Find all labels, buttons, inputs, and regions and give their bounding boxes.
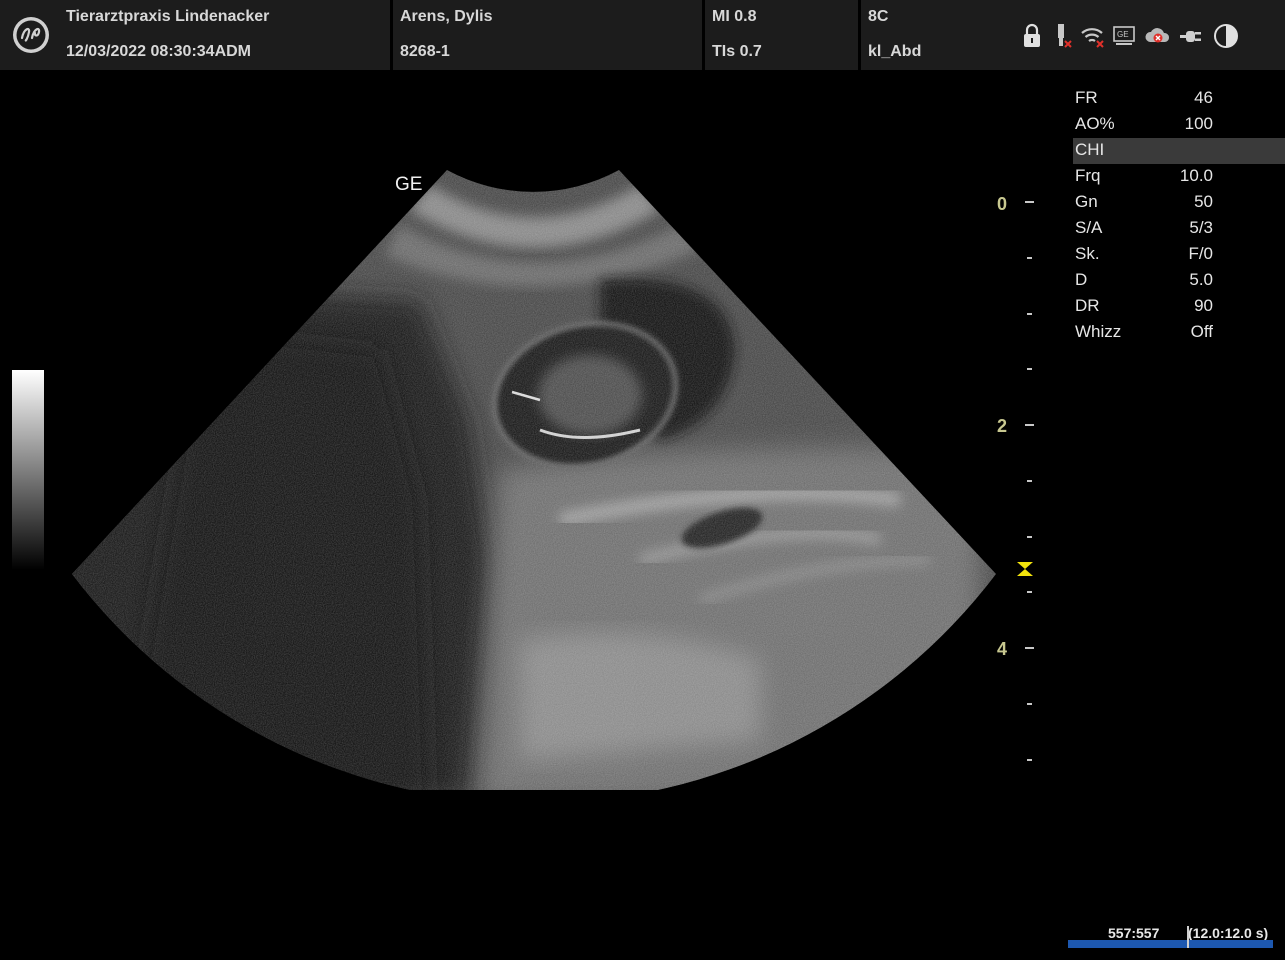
mechanical-index: MI 0.8: [712, 8, 757, 25]
depth-label-4: 4: [997, 639, 1008, 659]
contrast-icon[interactable]: [1212, 22, 1240, 50]
param-row-sa: S/A 5/3: [1075, 218, 1213, 237]
param-row-d: D 5.0: [1075, 270, 1213, 289]
depth-label-0: 0: [997, 194, 1008, 214]
grayscale-bar: [12, 370, 44, 570]
depth-tick: [1027, 479, 1032, 482]
patient-name[interactable]: Arens, Dylis: [400, 8, 492, 26]
svg-text:GE: GE: [1117, 30, 1129, 39]
param-row-frq: Frq 10.0: [1075, 166, 1213, 185]
depth-tick: [1027, 758, 1032, 761]
thermal-index: TIs 0.7: [712, 43, 762, 60]
cine-position-marker[interactable]: [1187, 926, 1189, 948]
param-row-sk: Sk. F/0: [1075, 244, 1213, 263]
header-bar: Tierarztpraxis Lindenacker 12/03/2022 08…: [0, 0, 1285, 70]
depth-tick: [1027, 256, 1032, 259]
status-icons: GE: [1020, 22, 1240, 50]
cine-progress-bar[interactable]: [1068, 940, 1273, 948]
param-row-fr: FR 46: [1075, 88, 1213, 107]
wifi-off-icon[interactable]: [1080, 22, 1106, 50]
focus-zone-marker[interactable]: [1016, 560, 1034, 578]
param-row-whizz: Whizz Off: [1075, 322, 1213, 341]
param-row-gn: Gn 50: [1075, 192, 1213, 211]
param-row-ao: AO% 100: [1075, 114, 1213, 133]
depth-label-2: 2: [997, 416, 1008, 436]
ge-image-label: GE: [395, 174, 423, 195]
plug-icon[interactable]: [1178, 22, 1206, 50]
clinic-name: Tierarztpraxis Lindenacker: [66, 8, 270, 25]
param-row-chi[interactable]: CHI: [1073, 138, 1285, 164]
depth-tick: [1027, 591, 1032, 594]
depth-tick: [1025, 424, 1034, 426]
param-row-dr: DR 90: [1075, 296, 1213, 315]
depth-tick: [1025, 201, 1034, 203]
lock-icon[interactable]: [1020, 22, 1044, 50]
parameter-panel: FR 46 AO% 100 CHI Frq 10.0 Gn 50 S/A 5/3 Sk. F…: [1073, 86, 1285, 346]
depth-tick: [1027, 368, 1032, 371]
patient-id[interactable]: 8268-1: [400, 43, 450, 61]
ge-network-icon[interactable]: GE: [1112, 22, 1138, 50]
exam-preset[interactable]: kl_Abd: [868, 43, 921, 61]
depth-tick: [1027, 702, 1032, 705]
depth-tick: [1025, 647, 1034, 649]
cine-frame-counter: 557:557: [1108, 925, 1160, 941]
probe-disconnected-icon[interactable]: [1050, 22, 1074, 50]
ultrasound-image[interactable]: [0, 70, 1060, 790]
depth-tick: [1027, 312, 1032, 315]
ge-logo-icon: [13, 17, 49, 53]
cine-time: (12.0:12.0 s): [1188, 925, 1269, 941]
cloud-off-icon[interactable]: [1144, 22, 1172, 50]
depth-tick: [1027, 535, 1032, 538]
probe-name[interactable]: 8C: [868, 8, 888, 26]
exam-datetime: 12/03/2022 08:30:34ADM: [66, 43, 252, 60]
